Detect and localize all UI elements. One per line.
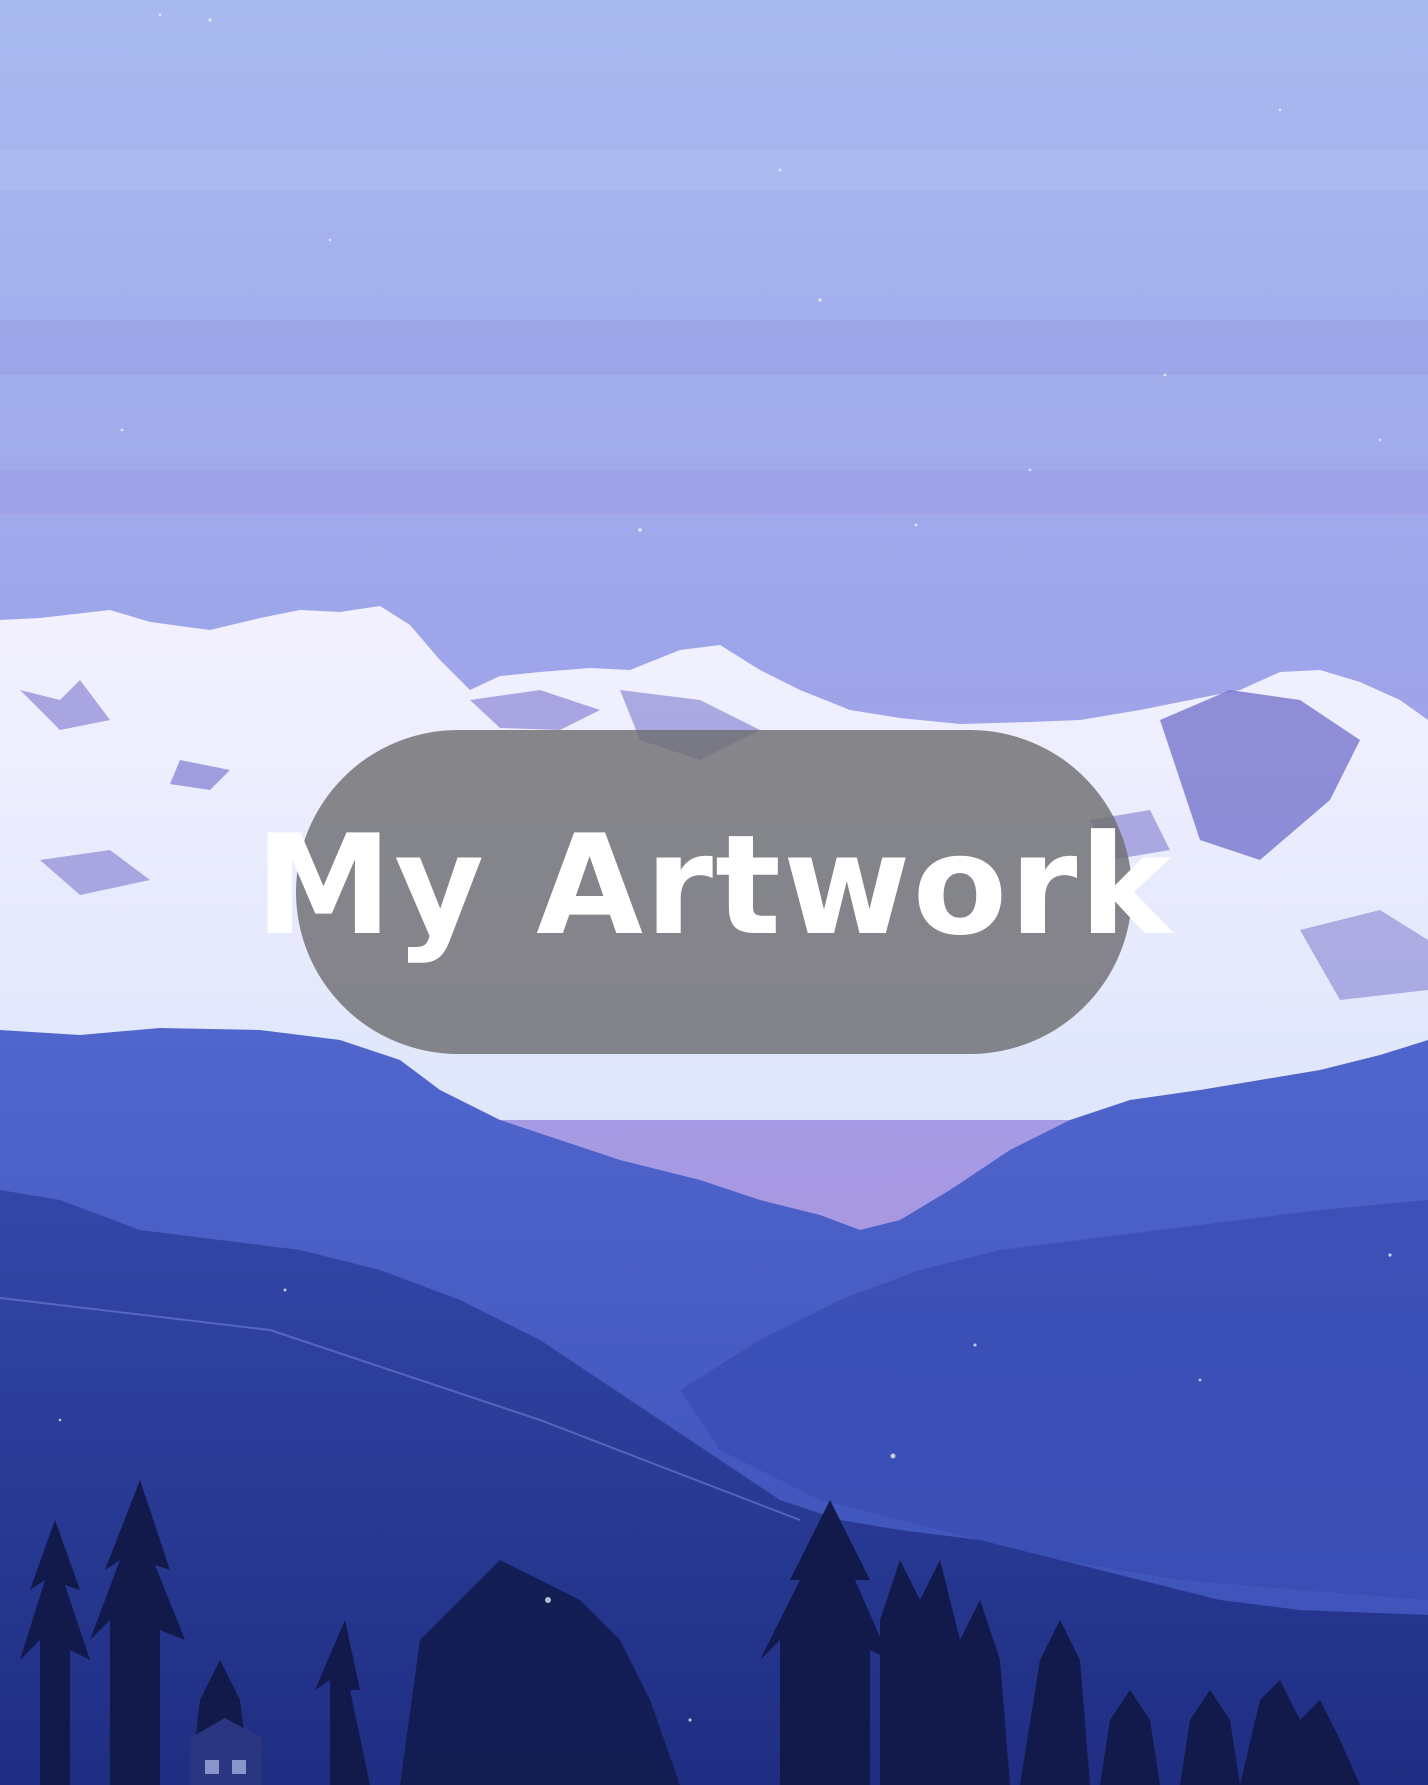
title-badge: My Artwork: [255, 730, 1171, 1054]
artwork-title: My Artwork: [254, 805, 1174, 966]
artwork-canvas: My Artwork: [0, 0, 1428, 1785]
